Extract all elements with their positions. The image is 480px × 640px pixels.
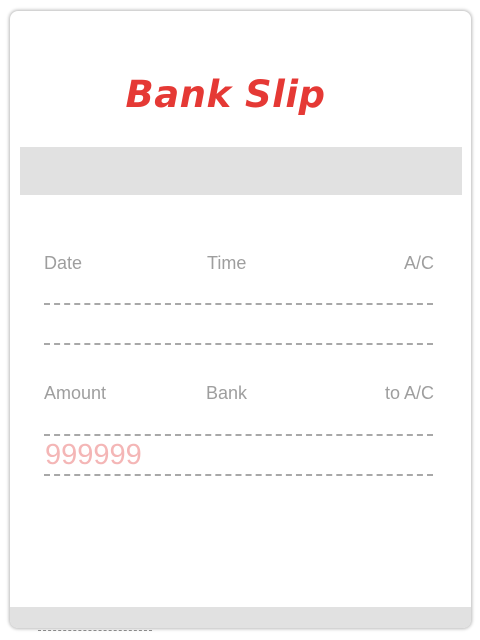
bank-entry-line — [44, 474, 433, 476]
footer-tear-line — [38, 630, 152, 631]
time-label: Time — [207, 253, 247, 273]
amount-value: 999999 — [45, 439, 142, 471]
to-account-label: to A/C — [384, 383, 434, 403]
account-entry-line — [44, 343, 433, 345]
slip-title: Bank Slip — [125, 73, 326, 116]
amount-entry-line — [44, 434, 433, 436]
date-time-entry-line — [44, 303, 433, 305]
bank-label: Bank — [206, 383, 248, 403]
date-label: Date — [44, 253, 83, 273]
bank-slip-card: Bank Slip Date Time A/C Amount Bank to A… — [10, 11, 471, 628]
account-label: A/C — [403, 253, 434, 273]
header-band — [20, 147, 462, 195]
footer-band — [10, 607, 471, 628]
amount-label: Amount — [44, 383, 107, 403]
